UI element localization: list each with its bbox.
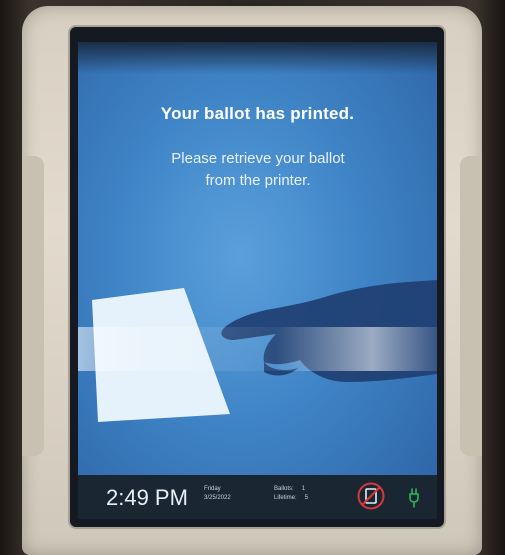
kiosk-photo: Your ballot has printed. Please retrieve…: [0, 0, 505, 555]
screen-top-shadow: [78, 42, 437, 74]
bezel-notch-right: [460, 156, 482, 456]
page-title: Your ballot has printed.: [160, 104, 355, 123]
ballot-counts: Ballots: 1 Lifetime: 5: [274, 485, 308, 503]
bezel-notch-left: [22, 156, 44, 456]
lifetime-value: 5: [304, 495, 309, 501]
hand-icon: [221, 280, 437, 382]
status-bar: 2:49 PM Friday 3/25/2022 Ballots: 1 Lifet…: [78, 475, 437, 519]
instruction-message: Please retrieve your ballot from the pri…: [118, 148, 398, 192]
date-block: Friday 3/25/2022: [204, 485, 231, 503]
instruction-line-1: Please retrieve your ballot: [171, 150, 345, 167]
ballots-value: 1: [301, 486, 306, 492]
ballots-count-row: Ballots: 1: [274, 485, 308, 494]
power-plug-icon: [409, 488, 419, 508]
ballots-label: Ballots:: [274, 486, 294, 492]
instruction-line-2: from the printer.: [205, 172, 311, 189]
ballot-paper-icon: [92, 288, 230, 422]
lifetime-count-row: Lifetime: 5: [274, 494, 308, 503]
hand-thumb-icon: [264, 362, 298, 376]
date-label: 3/25/2022: [204, 495, 231, 501]
clock-time: 2:49 PM: [106, 485, 188, 510]
lifetime-label: Lifetime:: [274, 495, 297, 501]
printer-no-paper-icon[interactable]: [356, 481, 386, 511]
day-label: Friday: [204, 486, 221, 492]
ballot-screen: Your ballot has printed. Please retrieve…: [78, 42, 437, 519]
retrieve-ballot-illustration: [92, 280, 437, 422]
